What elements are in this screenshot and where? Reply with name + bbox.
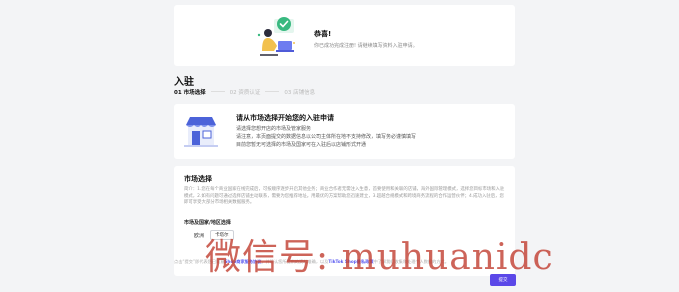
market-intro-card: 请从市场选择开始您的入驻申请 请选择您想开店的市场及管家服务 请注意，本页面提交… <box>174 104 515 159</box>
region-label: 欧洲 <box>194 232 205 239</box>
step-market-select[interactable]: 01 市场选择 <box>174 88 206 96</box>
market-heading: 市场选择 <box>184 175 212 183</box>
success-banner: 恭喜! 你已成功完成注册! 请继续填写资料入驻申请。 <box>174 5 515 66</box>
banner-title: 恭喜! <box>314 30 332 38</box>
onboarding-page: 恭喜! 你已成功完成注册! 请继续填写资料入驻申请。 入驻 01 市场选择 02… <box>0 0 679 292</box>
step-divider <box>265 91 280 92</box>
intro-line: 请注意，本页面提交的数据信息以公司主体所在地不支持修改，填写务必谨慎填写 <box>236 134 417 140</box>
region-section-label: 市场及国家/地区选择 <box>184 220 231 226</box>
watermark-text: 微信号: muhuanidc <box>205 237 554 278</box>
shop-icon <box>184 117 218 147</box>
banner-subtitle: 你已成功完成注册! 请继续填写资料入驻申请。 <box>314 43 418 49</box>
intro-heading: 请从市场选择开始您的入驻申请 <box>236 114 334 122</box>
page-title: 入驻 <box>174 77 194 88</box>
intro-line: 请选择您想开店的市场及管家服务 <box>236 126 312 132</box>
success-illustration <box>257 17 295 56</box>
intro-line: 目前您暂无可选择的市场及国家可在入驻后以店铺形式开通 <box>236 142 367 148</box>
step-divider <box>210 91 225 92</box>
step-shop-info[interactable]: 03 店铺信息 <box>284 88 315 96</box>
market-description: 简介：1.您在每个商业国家在线完成后，可按顺序逐步开启其他业务；商业合作者无需注… <box>184 187 505 205</box>
step-indicator: 01 市场选择 02 资质认证 03 店铺信息 <box>174 87 315 96</box>
step-qualification[interactable]: 02 资质认证 <box>230 88 261 96</box>
